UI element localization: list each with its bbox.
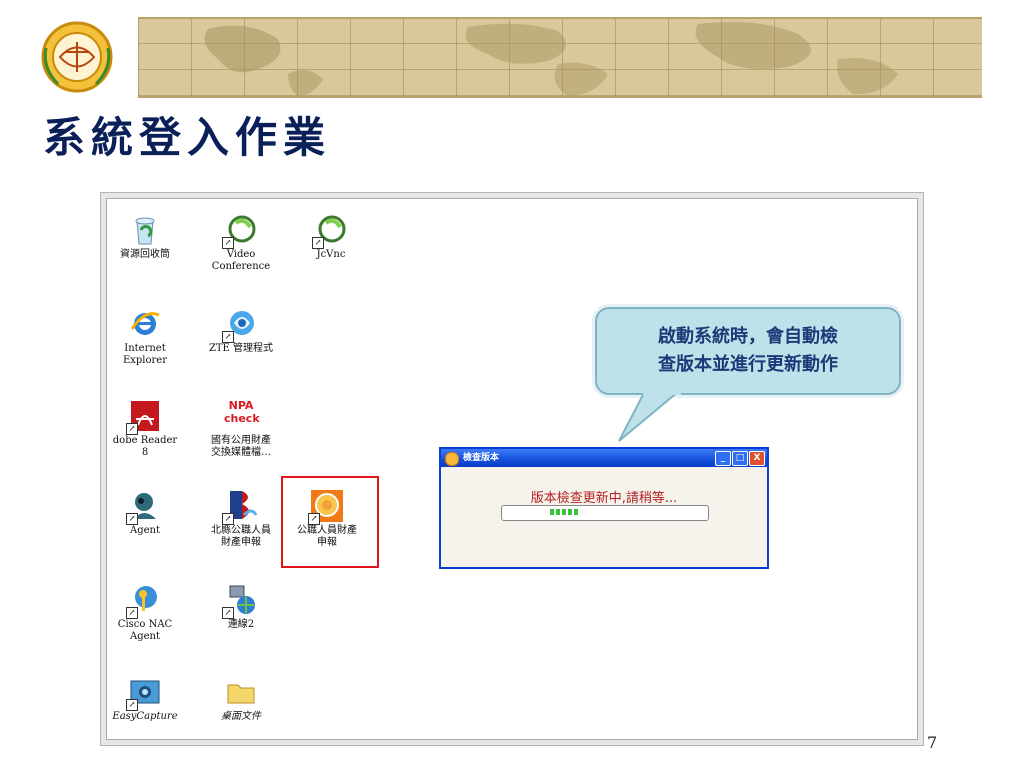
progress-block [562,509,566,515]
desktop-icon-label: ZTE 管理程式 [208,343,274,354]
dialog-message: 版本檢查更新中,請稍等... [530,491,678,506]
shortcut-arrow-icon: ↗ [222,331,234,343]
version-check-dialog[interactable]: 檢查版本 _ □ X 版本檢查更新中,請稍等... [439,447,769,569]
recycle-bin-icon [128,213,162,247]
camera-icon: ↗ [126,675,162,711]
cisco-key-icon: ↗ [126,583,162,619]
desktop-icon-recycle-bin[interactable]: 資源回收筒 [107,213,187,261]
b-logo-icon: ↗ [222,489,258,525]
desktop-icon-label: JcVnc [316,249,346,260]
minimize-button[interactable]: _ [715,451,731,466]
desktop-icon-label: Agent [130,525,160,536]
callout-bubble: 啟動系統時，會自動檢 查版本並進行更新動作 [595,307,901,395]
desktop-icon-easycapture[interactable]: ↗ EasyCapture [107,675,187,723]
progress-block [550,509,554,515]
agent-icon: ↗ [126,489,162,525]
progress-block [568,509,572,515]
desktop-icon-label: 連線2 [227,619,255,630]
desktop-icon-desktop-files[interactable]: 桌面文件 [199,675,283,723]
world-map-strip [138,17,982,98]
network-icon: ↗ [222,583,258,619]
adobe-reader-icon: ↗ [126,399,162,435]
progress-block [574,509,578,515]
desktop-icon-north-county-declaration[interactable]: ↗ 北縣公職人員 財產申報 [199,489,283,549]
world-map-graphic [204,21,898,96]
desktop-icon-label: 桌面文件 [221,711,261,722]
shortcut-arrow-icon: ↗ [126,607,138,619]
close-button[interactable]: X [749,451,765,466]
shortcut-arrow-icon: ↗ [126,513,138,525]
npa-check-icon: NPA check [224,399,260,425]
desktop-icon-agent[interactable]: ↗ Agent [107,489,187,537]
callout-line-2: 查版本並進行更新動作 [658,354,838,375]
callout-line-1: 啟動系統時，會自動檢 [658,326,838,347]
slide-title: 系統登入作業 [43,113,332,162]
dialog-title: 檢查版本 [463,453,500,463]
desktop-icon-jcvnc[interactable]: ↗ JcVnc [289,213,373,261]
desktop-icon-label: Video Conference [211,249,271,272]
desktop-icon-label: 資源回收筒 [120,249,170,260]
progress-bar [501,505,709,521]
desktop-icon-connection2[interactable]: ↗ 連線2 [199,583,283,631]
shortcut-arrow-icon: ↗ [126,699,138,711]
desktop-icon-npa-check[interactable]: NPA check 國有公用財產 交換媒體檔… [199,399,283,459]
desktop-screenshot: 資源回收筒 ↗ Video Conference ↗ JcVnc Interne… [106,198,918,740]
shortcut-arrow-icon: ↗ [222,237,234,249]
ie-icon [128,307,162,341]
desktop-icon-label: EasyCapture [112,711,178,722]
maximize-button[interactable]: □ [732,451,748,466]
desktop-icon-video-conference[interactable]: ↗ Video Conference [199,213,283,273]
desktop-icon-label: 北縣公職人員 財產申報 [211,525,271,548]
desktop-icon-adobe-reader[interactable]: ↗ dobe Reader 8 [107,399,187,459]
app-swirl-icon: ↗ [312,213,348,249]
desktop-icon-label: Internet Explorer [122,343,168,366]
shortcut-arrow-icon: ↗ [222,607,234,619]
zte-icon: ↗ [222,307,258,343]
shortcut-arrow-icon: ↗ [222,513,234,525]
slide-number: 7 [927,733,938,752]
progress-block [556,509,560,515]
header-banner [0,0,1024,100]
desktop-icon-internet-explorer[interactable]: Internet Explorer [107,307,187,367]
desktop-icon-cisco-nac[interactable]: ↗ Cisco NAC Agent [107,583,187,643]
progress-fill [550,509,578,515]
app-swirl-icon: ↗ [222,213,258,249]
folder-icon [224,675,258,709]
judicial-emblem-logo [38,18,116,96]
desktop-icon-zte-manager[interactable]: ↗ ZTE 管理程式 [199,307,283,355]
shortcut-arrow-icon: ↗ [126,423,138,435]
desktop-icon-label: Cisco NAC Agent [117,619,173,642]
desktop-icon-label: dobe Reader 8 [112,435,178,458]
app-emblem-icon [445,452,459,466]
dialog-title-bar[interactable]: 檢查版本 _ □ X [441,449,767,467]
desktop-icon-label: 國有公用財產 交換媒體檔… [211,435,271,458]
highlight-box [281,476,379,568]
shortcut-arrow-icon: ↗ [312,237,324,249]
callout-tail [618,391,681,442]
